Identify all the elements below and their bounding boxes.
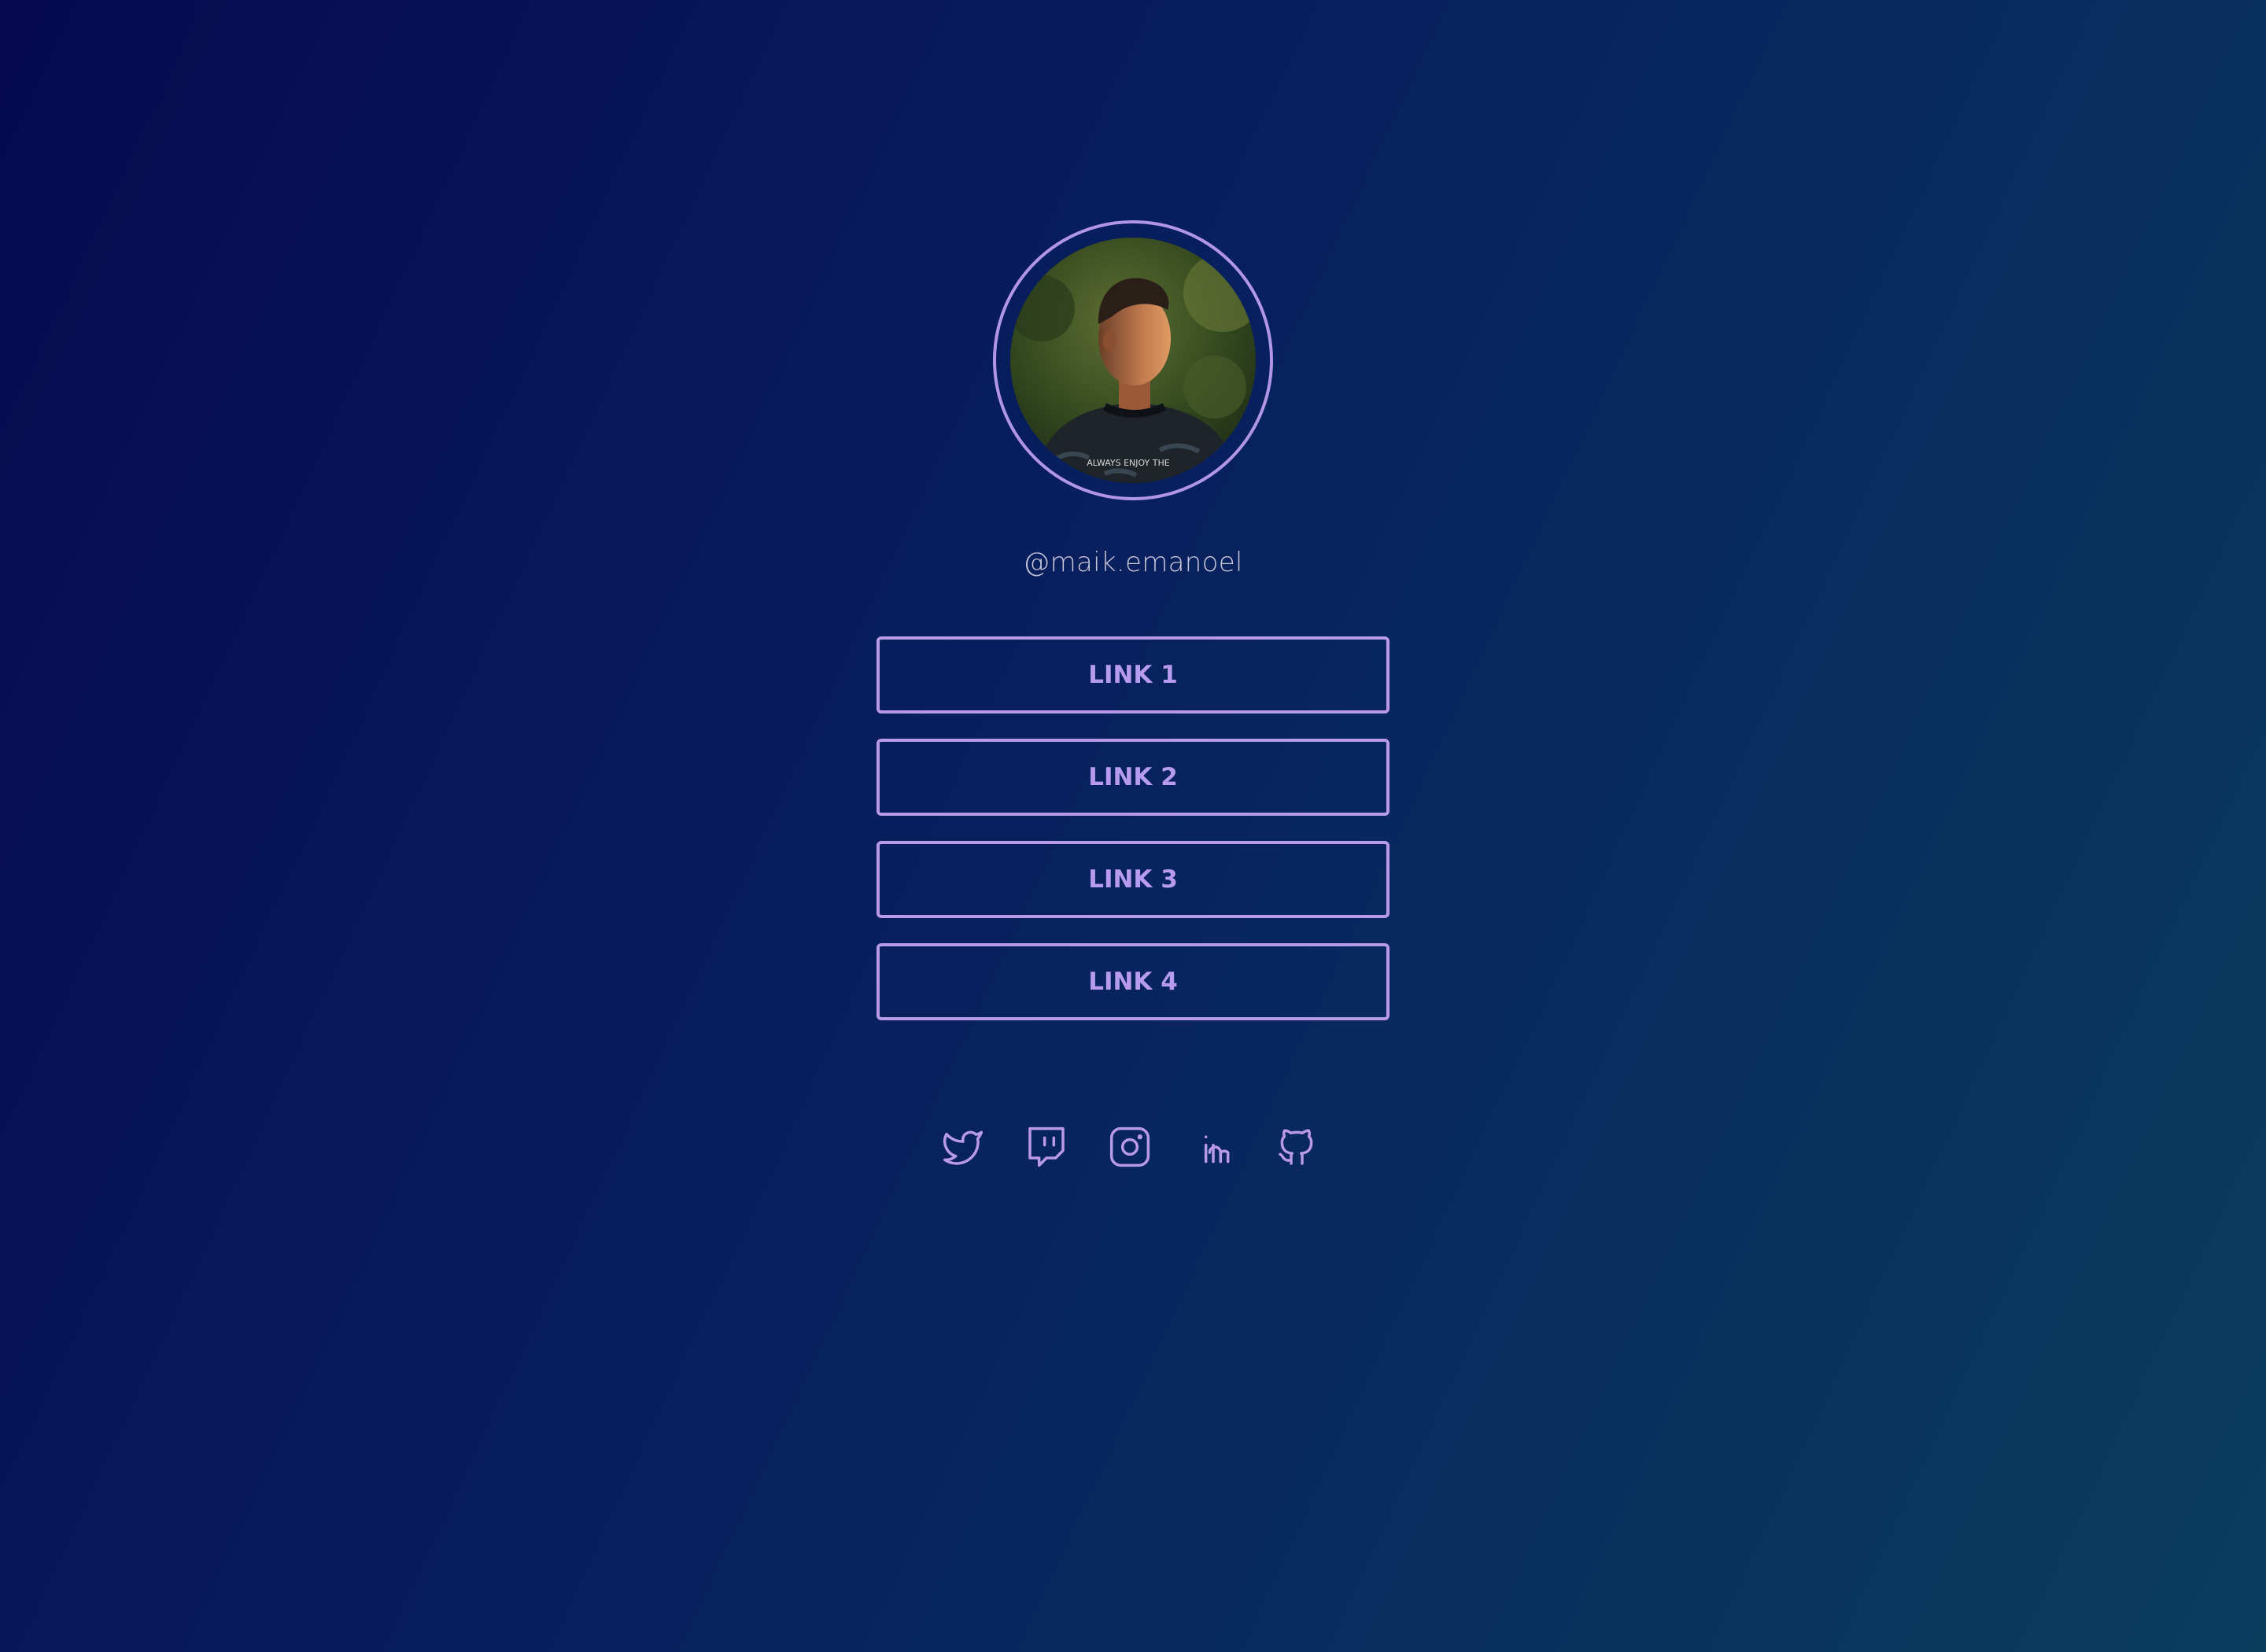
github-icon[interactable] bbox=[1275, 1125, 1319, 1169]
shirt-text: ALWAYS ENJOY THE bbox=[1087, 458, 1169, 468]
social-links bbox=[941, 1125, 1325, 1169]
avatar: ALWAYS ENJOY THE bbox=[993, 220, 1273, 500]
link-button-2[interactable]: LINK 2 bbox=[877, 739, 1389, 816]
instagram-icon[interactable] bbox=[1108, 1125, 1152, 1169]
link-button-3[interactable]: LINK 3 bbox=[877, 841, 1389, 918]
link-button-1[interactable]: LINK 1 bbox=[877, 636, 1389, 714]
profile-page: ALWAYS ENJOY THE @maik.emanoel LINK 1 LI… bbox=[0, 0, 2266, 1652]
twitter-icon[interactable] bbox=[941, 1125, 985, 1169]
username: @maik.emanoel bbox=[1023, 547, 1243, 578]
avatar-photo: ALWAYS ENJOY THE bbox=[1010, 238, 1256, 483]
links-list: LINK 1 LINK 2 LINK 3 LINK 4 bbox=[877, 636, 1389, 1045]
twitch-icon[interactable] bbox=[1024, 1125, 1068, 1169]
link-button-4[interactable]: LINK 4 bbox=[877, 943, 1389, 1020]
linkedin-icon[interactable] bbox=[1191, 1125, 1235, 1169]
